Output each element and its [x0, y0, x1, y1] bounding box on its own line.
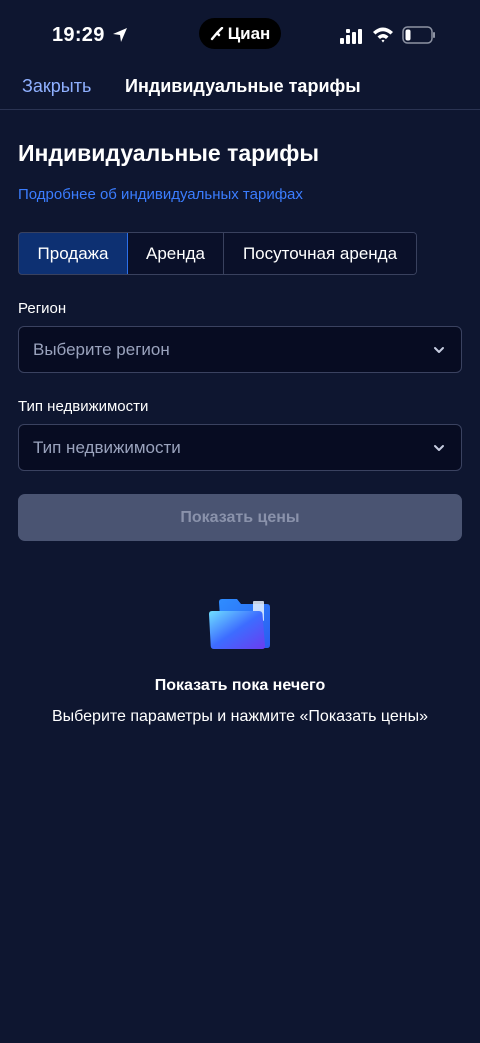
deal-type-tabs: Продажа Аренда Посуточная аренда: [18, 232, 417, 275]
property-type-placeholder: Тип недвижимости: [33, 438, 181, 457]
app-name: Циан: [227, 23, 271, 43]
battery-icon: [402, 26, 435, 44]
folder-icon: [209, 599, 270, 649]
region-label: Регион: [18, 300, 67, 317]
cellular-signal-icon: [340, 29, 362, 44]
property-type-label: Тип недвижимости: [18, 398, 149, 415]
close-button[interactable]: Закрыть: [22, 76, 91, 97]
nav-bar: Закрыть Индивидуальные тарифы: [0, 70, 480, 110]
nav-title: Индивидуальные тарифы: [125, 76, 361, 96]
cian-logo-icon: [210, 26, 223, 40]
more-info-link[interactable]: Подробнее об индивидуальных тарифах: [18, 186, 303, 203]
property-type-select[interactable]: Тип недвижимости: [18, 424, 462, 471]
chevron-down-icon: [434, 445, 444, 451]
empty-state-title: Показать пока нечего: [154, 677, 326, 694]
chevron-down-icon: [434, 347, 444, 353]
tab-rent[interactable]: Аренда: [128, 233, 224, 274]
wifi-icon: [373, 27, 393, 43]
status-time: 19:29: [52, 24, 105, 46]
tab-sale[interactable]: Продажа: [19, 233, 128, 274]
show-prices-button[interactable]: Показать цены: [18, 494, 462, 541]
tab-daily-rent[interactable]: Посуточная аренда: [224, 233, 416, 274]
status-bar: 19:29 Циан: [0, 0, 480, 70]
page-title: Индивидуальные тарифы: [18, 140, 320, 166]
empty-state-subtitle: Выберите параметры и нажмите «Показать ц…: [51, 708, 428, 725]
region-select[interactable]: Выберите регион: [18, 326, 462, 373]
app-pill[interactable]: Циан: [199, 18, 281, 49]
location-arrow-icon: [113, 28, 127, 42]
region-placeholder: Выберите регион: [33, 340, 170, 359]
